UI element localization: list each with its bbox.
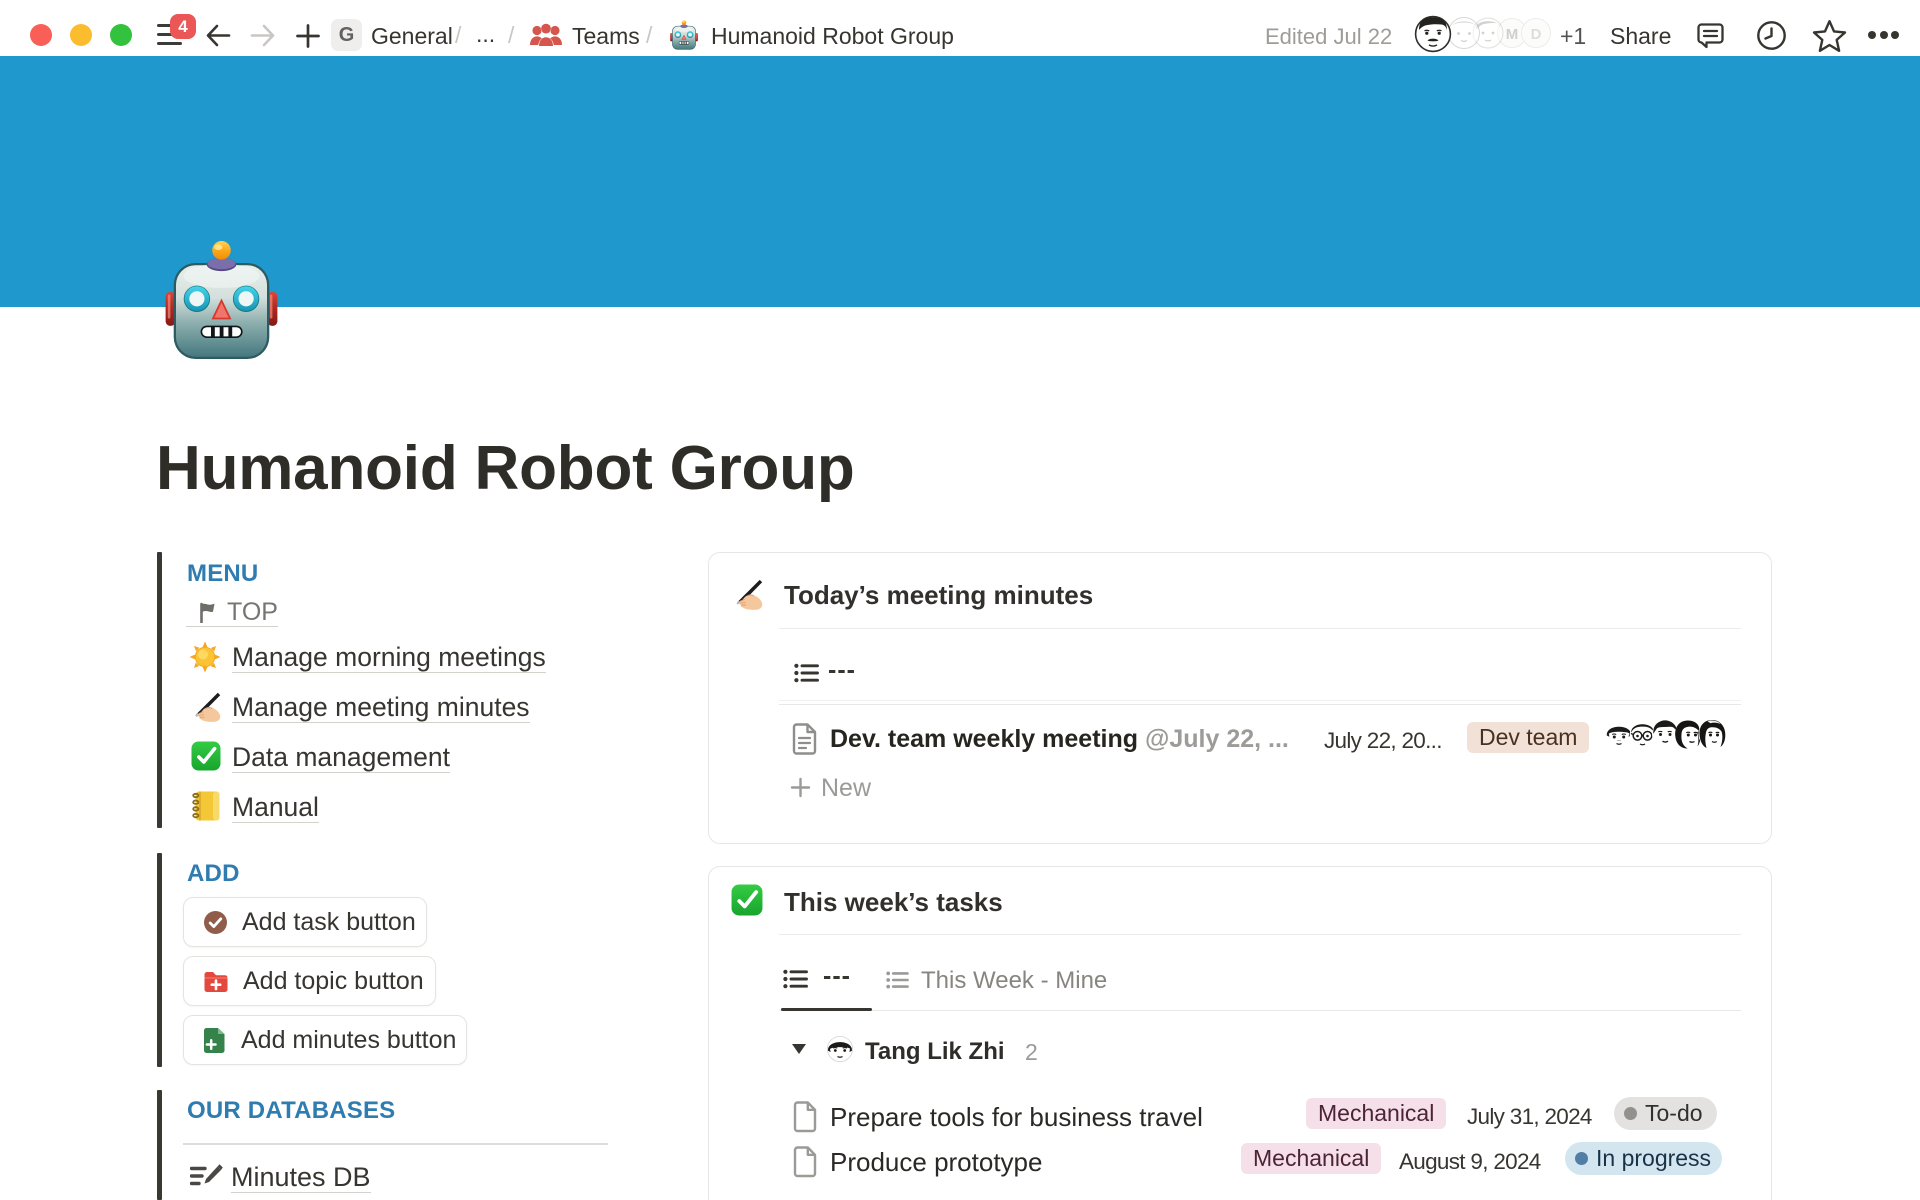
svg-text:D: D: [1531, 26, 1542, 43]
svg-text:M: M: [1506, 26, 1519, 43]
